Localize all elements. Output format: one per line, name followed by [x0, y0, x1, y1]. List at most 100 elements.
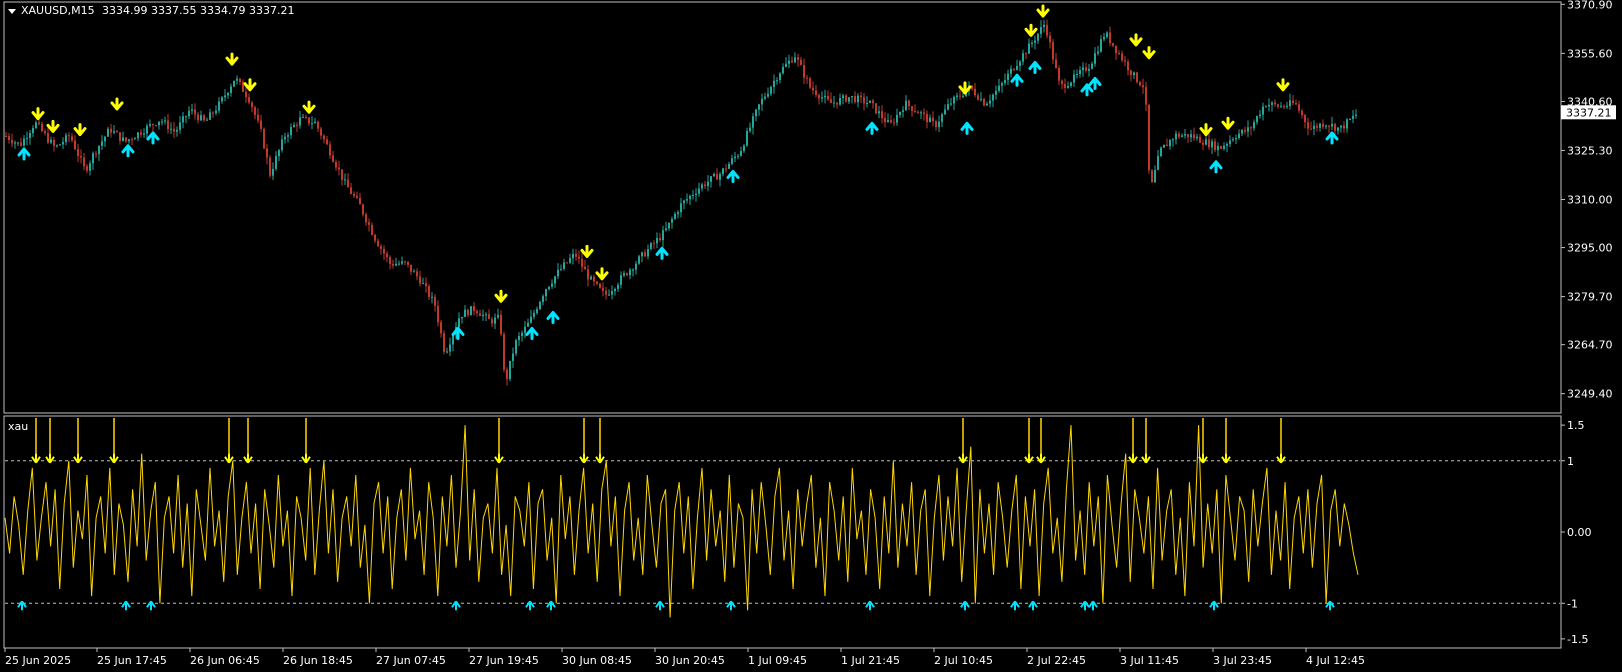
candle-body	[569, 258, 571, 263]
candle-body	[1022, 53, 1024, 62]
candle-body	[98, 145, 100, 154]
candle-body	[515, 340, 517, 354]
candle-body	[503, 334, 505, 370]
candle-body	[1196, 136, 1198, 139]
candle-body	[401, 261, 403, 264]
candle-body	[911, 106, 913, 111]
candle-body	[104, 136, 106, 142]
candle-body	[824, 95, 826, 98]
candle-body	[731, 158, 733, 164]
candle-body	[35, 122, 37, 129]
time-tick-label: 2 Jul 22:45	[1027, 654, 1086, 667]
candle-body	[1283, 106, 1285, 108]
candlestick-series	[5, 19, 1357, 386]
price-axis[interactable]: 3370.903355.603340.603325.303310.003295.…	[1561, 0, 1613, 401]
candle-body	[1226, 144, 1228, 146]
candle-body	[209, 112, 211, 120]
oscillator-sell-icon	[958, 453, 968, 464]
candle-body	[146, 125, 148, 134]
candle-body	[29, 133, 31, 139]
candle-body	[578, 256, 580, 259]
candle-body	[1163, 144, 1165, 148]
candle-body	[278, 150, 280, 157]
candle-body	[632, 269, 634, 271]
price-tick-label: 3370.90	[1567, 0, 1613, 11]
candle-body	[170, 128, 172, 130]
dropdown-triangle-icon[interactable]	[8, 9, 16, 14]
candle-body	[1115, 45, 1117, 53]
candle-body	[44, 131, 46, 134]
candle-body	[1148, 104, 1150, 171]
candle-body	[32, 128, 34, 134]
oscillator-buy-icon	[121, 600, 131, 611]
time-tick-label: 25 Jun 2025	[5, 654, 71, 667]
candle-body	[200, 115, 202, 121]
candle-body	[272, 168, 274, 176]
candle-body	[1238, 133, 1240, 139]
candle-body	[458, 318, 460, 328]
candle-body	[389, 257, 391, 264]
candle-body	[599, 283, 601, 288]
candle-body	[320, 128, 322, 136]
candle-body	[254, 107, 256, 115]
candle-body	[308, 117, 310, 124]
candle-body	[419, 276, 421, 284]
candle-body	[305, 117, 307, 119]
price-tick-label: 3325.30	[1567, 144, 1613, 157]
candle-body	[974, 88, 976, 96]
candle-body	[1133, 72, 1135, 76]
candle-body	[89, 163, 91, 171]
candle-body	[995, 90, 997, 95]
sell-arrow-icon	[1024, 23, 1038, 37]
candle-body	[701, 184, 703, 189]
candle-body	[1085, 67, 1087, 71]
candle-body	[311, 123, 313, 125]
candle-body	[194, 109, 196, 115]
candle-body	[779, 73, 781, 81]
candle-body	[152, 124, 154, 126]
sell-arrow-icon	[1129, 33, 1143, 47]
buy-arrow-icon	[146, 131, 160, 145]
candle-body	[785, 63, 787, 67]
candle-body	[1121, 53, 1123, 61]
candle-body	[800, 59, 802, 66]
sell-arrow-icon	[1221, 116, 1235, 130]
candle-body	[197, 114, 199, 121]
candle-body	[1043, 24, 1045, 28]
candle-body	[899, 111, 901, 115]
candle-body	[1106, 32, 1108, 37]
current-price-marker: 3337.21	[1561, 105, 1616, 120]
candle-body	[293, 124, 295, 128]
candle-body	[875, 103, 877, 114]
candle-body	[317, 121, 319, 129]
buy-arrow-icon	[1028, 60, 1042, 74]
ohlc-label: 3334.99 3337.55 3334.79 3337.21	[102, 4, 294, 17]
time-tick-label: 27 Jun 07:45	[376, 654, 446, 667]
candle-body	[185, 116, 187, 118]
candle-body	[809, 78, 811, 88]
oscillator-axis[interactable]: 1.5 1 0.00 -1 -1.5	[1561, 419, 1592, 646]
candle-body	[926, 113, 928, 123]
candle-body	[833, 102, 835, 104]
candle-body	[1076, 74, 1078, 76]
candle-body	[1136, 72, 1138, 83]
candle-body	[932, 117, 934, 122]
candle-body	[266, 148, 268, 158]
time-axis[interactable]: 25 Jun 2025 25 Jun 17:45 26 Jun 06:45 26 Ju…	[4, 648, 1365, 667]
candle-body	[245, 91, 247, 98]
sell-arrow-icon	[31, 107, 45, 121]
candle-body	[263, 128, 265, 149]
candle-body	[233, 80, 235, 87]
candle-body	[698, 188, 700, 194]
candle-body	[497, 314, 499, 318]
indicator-label: xau	[8, 420, 28, 433]
candle-body	[1103, 36, 1105, 40]
candle-body	[548, 286, 550, 290]
candle-body	[722, 168, 724, 175]
trading-chart[interactable]: 3370.903355.603340.603325.303310.003295.…	[0, 0, 1622, 672]
candle-body	[1214, 141, 1216, 151]
candle-body	[662, 230, 664, 241]
candle-body	[620, 275, 622, 285]
candle-body	[545, 289, 547, 297]
time-tick-label: 26 Jun 18:45	[283, 654, 353, 667]
